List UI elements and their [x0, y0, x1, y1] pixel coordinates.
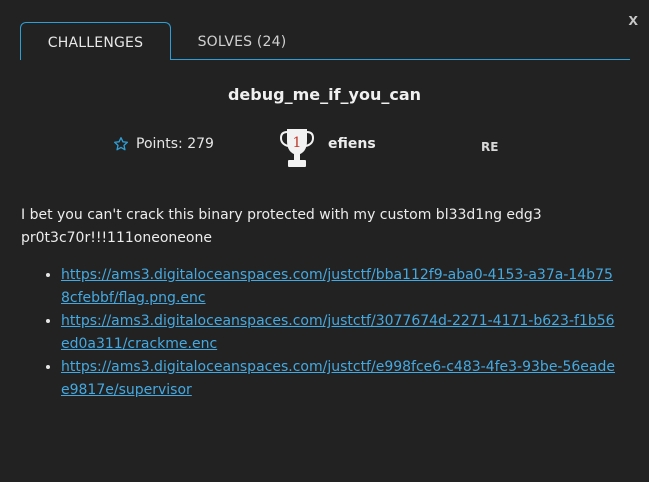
file-list: https://ams3.digitaloceanspaces.com/just…	[21, 264, 621, 402]
tab-challenges[interactable]: CHALLENGES	[20, 22, 171, 60]
trophy-icon: 1	[280, 129, 314, 167]
file-link[interactable]: https://ams3.digitaloceanspaces.com/just…	[61, 313, 615, 352]
challenge-description: I bet you can't crack this binary protec…	[21, 207, 542, 246]
tab-underline	[171, 59, 630, 60]
trophy-rank: 1	[293, 135, 302, 151]
file-link[interactable]: https://ams3.digitaloceanspaces.com/just…	[61, 359, 615, 398]
challenge-title: debug_me_if_you_can	[227, 85, 422, 104]
challenge-modal: x CHALLENGES SOLVES (24) debug_me_if_you…	[0, 0, 649, 482]
list-item: https://ams3.digitaloceanspaces.com/just…	[61, 356, 621, 402]
list-item: https://ams3.digitaloceanspaces.com/just…	[61, 310, 621, 356]
points-display: Points: 279	[113, 136, 214, 152]
author-name: efiens	[328, 136, 376, 152]
list-item: https://ams3.digitaloceanspaces.com/just…	[61, 264, 621, 310]
tab-bar: CHALLENGES SOLVES (24)	[20, 22, 630, 60]
category-badge: RE	[481, 140, 499, 154]
tab-solves[interactable]: SOLVES (24)	[182, 22, 302, 59]
star-icon	[114, 137, 128, 151]
points-label: Points: 279	[136, 136, 214, 152]
file-link[interactable]: https://ams3.digitaloceanspaces.com/just…	[61, 267, 613, 306]
